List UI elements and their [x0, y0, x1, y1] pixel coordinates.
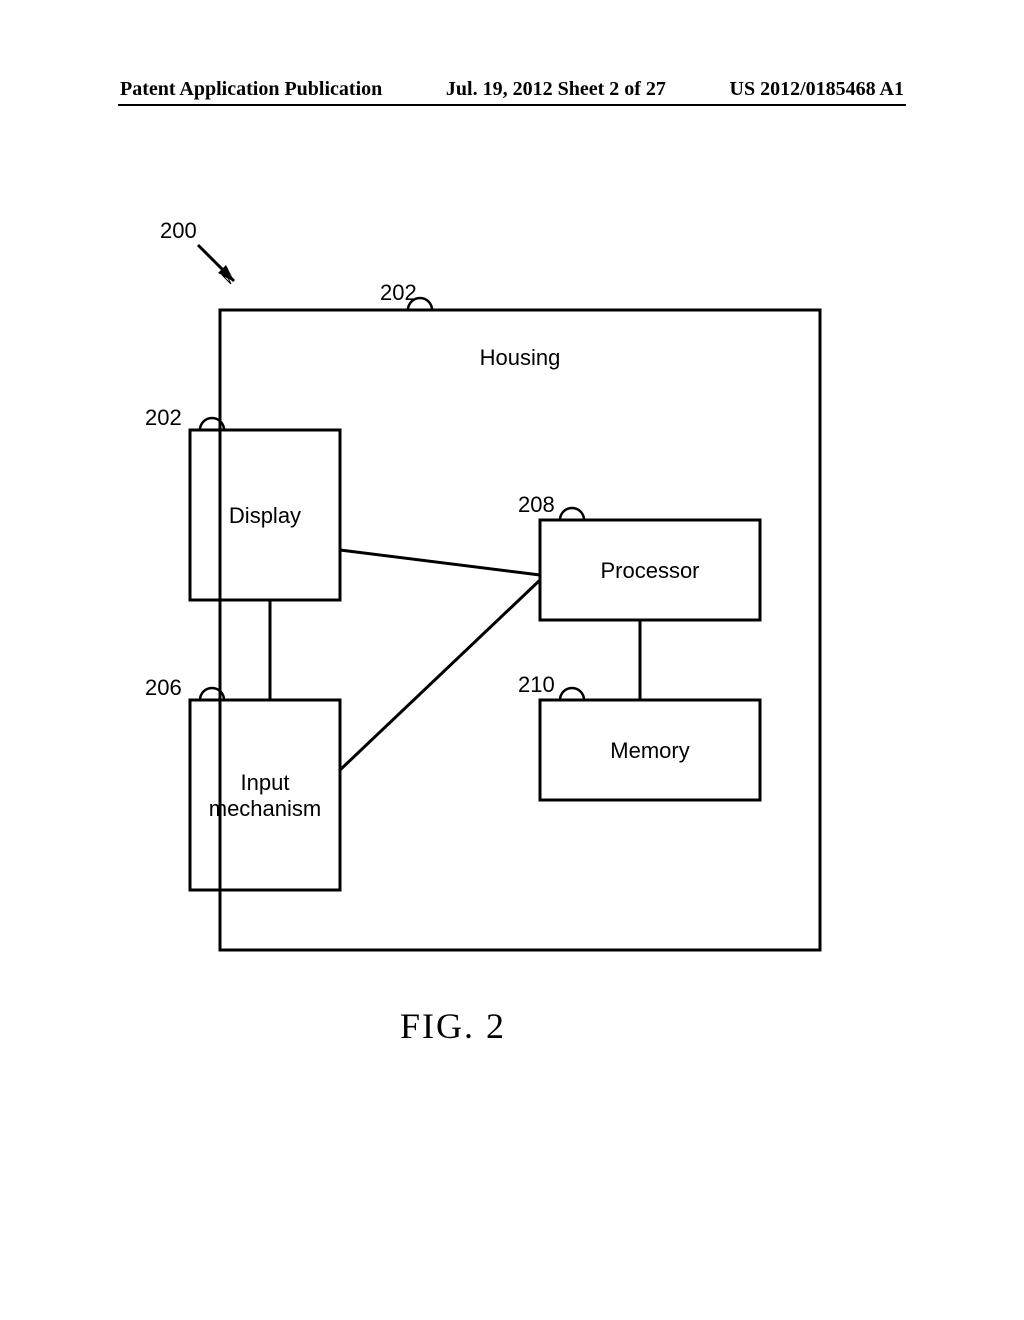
figure-caption: FIG. 2 — [400, 1005, 506, 1047]
label-memory: Memory — [540, 738, 760, 764]
ref-202-top: 202 — [380, 280, 417, 306]
label-input-mechanism: Input mechanism — [195, 770, 335, 822]
ref-200: 200 — [160, 218, 197, 244]
ref-206: 206 — [145, 675, 182, 701]
ref-208: 208 — [518, 492, 555, 518]
ref-202-left: 202 — [145, 405, 182, 431]
ref-210: 210 — [518, 672, 555, 698]
figure-2-svg — [0, 0, 1024, 1320]
label-processor: Processor — [540, 558, 760, 584]
page: Patent Application Publication Jul. 19, … — [0, 0, 1024, 1320]
label-housing: Housing — [430, 345, 610, 371]
label-display: Display — [195, 503, 335, 529]
